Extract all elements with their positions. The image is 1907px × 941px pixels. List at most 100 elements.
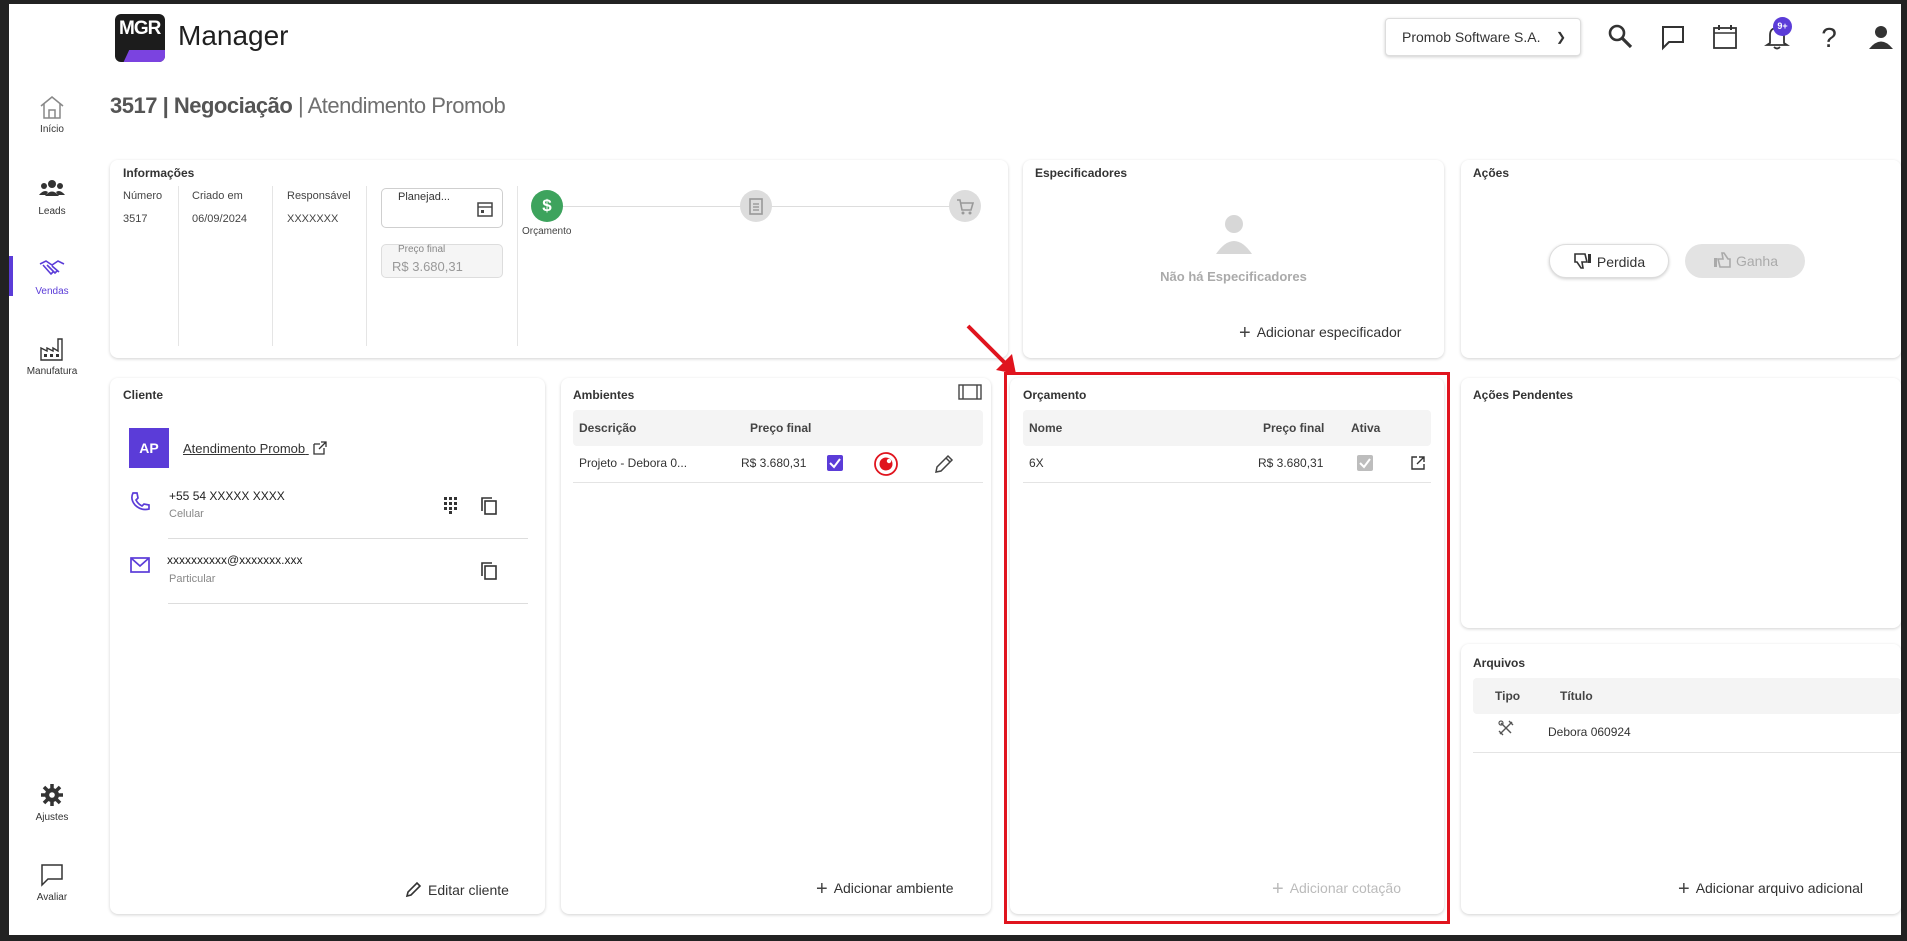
sidebar-item-label: Ajustes xyxy=(35,812,69,823)
calendar-icon[interactable] xyxy=(476,200,494,218)
copy-icon[interactable] xyxy=(480,561,498,581)
criado-value: 06/09/2024 xyxy=(192,213,248,225)
user-icon[interactable] xyxy=(1866,22,1896,52)
negotiation-id: 3517 xyxy=(110,93,157,118)
people-icon xyxy=(39,180,65,196)
perdida-button[interactable]: Perdida xyxy=(1549,244,1669,278)
app-logo: MGR xyxy=(115,14,165,62)
sidebar: Início Leads Vendas Manufatura Ajustes A… xyxy=(9,4,95,935)
sidebar-item-label: Manufatura xyxy=(26,366,78,377)
cliente-name: Atendimento Promob xyxy=(183,441,306,456)
avatar: AP xyxy=(129,428,169,468)
ambientes-card: Ambientes Descrição Preço final Projeto … xyxy=(561,378,991,914)
step-orcamento[interactable]: $ xyxy=(531,190,563,222)
ambiente-descricao: Projeto - Debora 0... xyxy=(579,456,688,470)
planejado-value: Planejad... xyxy=(398,191,450,203)
cart-icon xyxy=(957,199,975,215)
perdida-label: Perdida xyxy=(1596,254,1646,270)
ganha-button[interactable]: Ganha xyxy=(1685,244,1805,278)
add-especificador-label: Adicionar especificador xyxy=(1256,324,1402,340)
sidebar-item-inicio[interactable]: Início xyxy=(9,94,95,135)
step-label: Orçamento xyxy=(522,226,572,237)
ambientes-title: Ambientes xyxy=(573,388,635,402)
preco-final-field: Preço final R$ 3.680,31 xyxy=(381,244,503,278)
sidebar-item-label: Vendas xyxy=(35,286,69,297)
search-icon[interactable] xyxy=(1606,22,1636,52)
ambientes-table-header: Descrição Preço final xyxy=(573,410,983,446)
especificadores-card: Especificadores Não há Especificadores +… xyxy=(1023,160,1444,358)
sidebar-item-label: Avaliar xyxy=(36,892,68,903)
arquivo-titulo: Debora 060924 xyxy=(1548,725,1631,739)
add-ambiente-label: Adicionar ambiente xyxy=(833,880,954,896)
planejado-select[interactable]: Planejad... xyxy=(381,188,503,228)
ganha-label: Ganha xyxy=(1735,253,1779,269)
promob-icon[interactable] xyxy=(874,452,898,476)
numero-label: Número xyxy=(123,190,163,202)
svg-text:?: ? xyxy=(1821,22,1837,52)
dollar-icon: $ xyxy=(542,196,552,215)
col-preco-final: Preço final xyxy=(750,421,812,435)
page-section: Negociação xyxy=(173,93,293,118)
home-icon xyxy=(40,96,64,119)
thumbs-up-icon xyxy=(1713,252,1731,268)
edit-cliente-label: Editar cliente xyxy=(428,882,509,898)
email-type: Particular xyxy=(169,573,216,585)
add-arquivo-button[interactable]: + Adicionar arquivo adicional xyxy=(1678,878,1863,901)
arquivos-table-header: Tipo Título xyxy=(1473,678,1901,714)
sidebar-item-ajustes[interactable]: Ajustes xyxy=(9,782,95,823)
ambiente-preco: R$ 3.680,31 xyxy=(741,456,807,470)
thumbs-down-icon xyxy=(1574,253,1591,269)
phone-icon xyxy=(131,492,150,511)
cliente-link[interactable]: Atendimento Promob xyxy=(183,440,328,456)
edit-cliente-button[interactable]: Editar cliente xyxy=(405,880,509,898)
ambiente-checkbox[interactable] xyxy=(827,455,843,471)
sidebar-item-label: Leads xyxy=(38,206,66,217)
acoes-pendentes-card: Ações Pendentes xyxy=(1461,378,1901,628)
acoes-title: Ações xyxy=(1473,166,1510,180)
step-venda[interactable] xyxy=(949,190,981,222)
preco-final-label: Preço final xyxy=(398,244,446,255)
sidebar-item-vendas[interactable]: Vendas xyxy=(9,256,95,297)
info-card: Informações Número 3517 Criado em 06/09/… xyxy=(110,160,1008,358)
gear-icon xyxy=(41,784,63,806)
external-link-icon xyxy=(313,441,327,455)
acoes-card: Ações Perdida Ganha xyxy=(1461,160,1901,358)
responsavel-label: Responsável xyxy=(287,190,351,202)
logo-text: MGR xyxy=(119,18,161,39)
message-icon[interactable] xyxy=(1658,22,1688,52)
pencil-icon xyxy=(405,881,422,898)
responsavel-value: XXXXXXX xyxy=(287,213,339,225)
help-icon[interactable]: ? xyxy=(1814,22,1844,52)
add-especificador-button[interactable]: + Adicionar especificador xyxy=(1239,322,1401,345)
step-pedido[interactable] xyxy=(740,190,772,222)
col-descricao: Descrição xyxy=(579,421,637,435)
calendar-icon[interactable] xyxy=(1710,22,1740,52)
page-subtitle: Atendimento Promob xyxy=(307,93,506,118)
add-ambiente-button[interactable]: + Adicionar ambiente xyxy=(816,878,954,901)
notification-badge: 9+ xyxy=(1773,17,1792,36)
phone-number: +55 54 XXXXX XXXX xyxy=(169,489,285,503)
email-icon xyxy=(130,557,150,573)
columns-toggle-icon[interactable] xyxy=(958,384,982,400)
company-name: Promob Software S.A. xyxy=(1402,29,1541,45)
col-titulo: Título xyxy=(1560,689,1593,703)
cliente-card: Cliente AP Atendimento Promob +55 54 XXX… xyxy=(110,378,545,914)
pencil-icon[interactable] xyxy=(933,453,955,475)
factory-icon xyxy=(40,338,63,361)
cliente-title: Cliente xyxy=(123,388,164,402)
handshake-icon xyxy=(39,260,65,276)
company-selector[interactable]: Promob Software S.A. ❯ xyxy=(1385,18,1581,56)
sidebar-item-manufatura[interactable]: Manufatura xyxy=(9,336,95,377)
sidebar-item-avaliar[interactable]: Avaliar xyxy=(9,862,95,903)
arquivos-card: Arquivos Tipo Título Debora 060924 + Adic… xyxy=(1461,644,1901,914)
sidebar-item-leads[interactable]: Leads xyxy=(9,176,95,217)
info-title: Informações xyxy=(123,166,195,180)
highlight-box xyxy=(1004,372,1450,924)
email-address: xxxxxxxxxx@xxxxxxx.xxx xyxy=(167,553,303,567)
arquivos-title: Arquivos xyxy=(1473,656,1526,670)
check-icon xyxy=(829,458,841,469)
copy-icon[interactable] xyxy=(480,496,498,516)
design-tools-icon xyxy=(1498,720,1514,736)
person-placeholder-icon xyxy=(1216,215,1252,254)
dialpad-icon[interactable] xyxy=(442,496,458,514)
